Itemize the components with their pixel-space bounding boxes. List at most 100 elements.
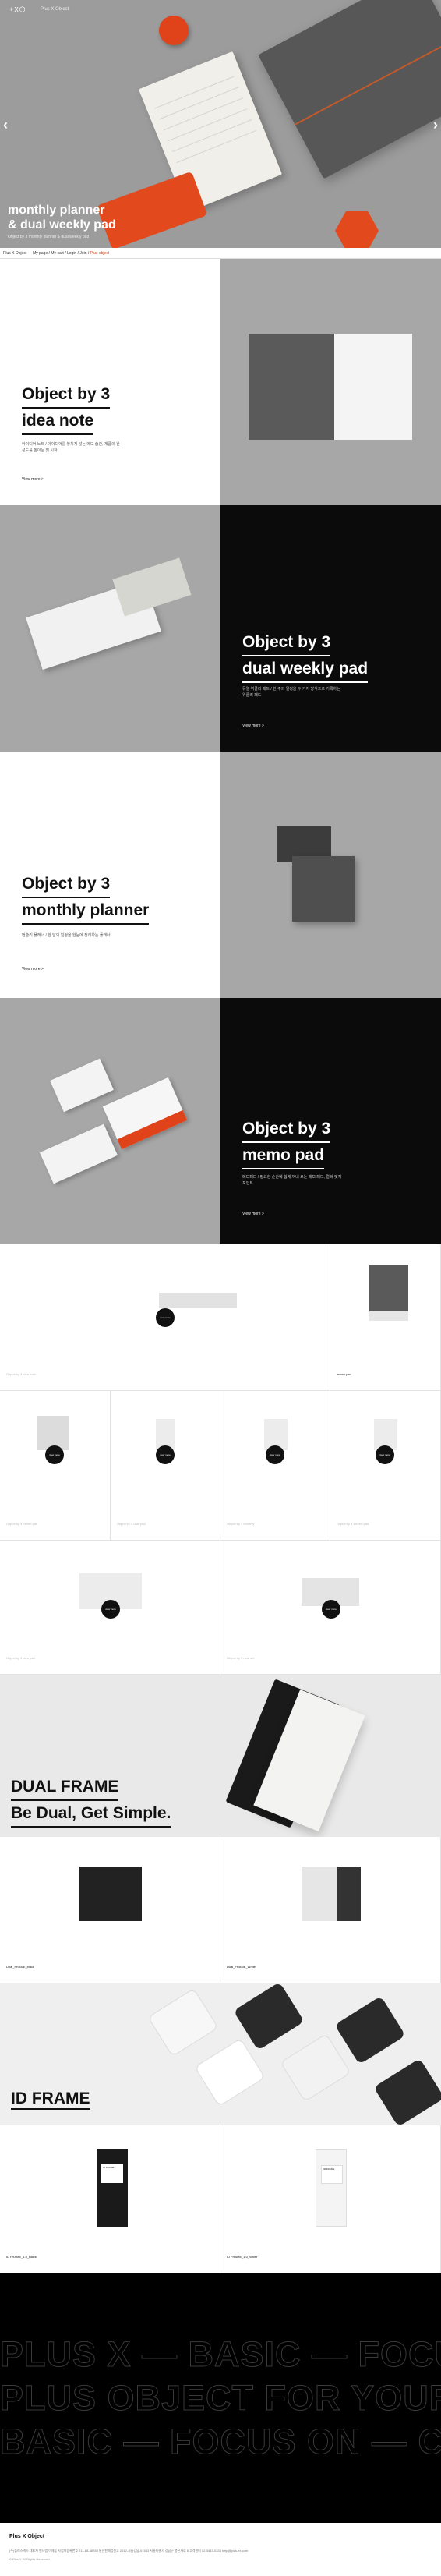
dual-frame-title-line-1: DUAL FRAME bbox=[11, 1775, 119, 1801]
product-title-line-2: idea note bbox=[22, 409, 94, 435]
footer: Plus X Object (주)플러스엑스 대표자 변사범 이재훈 사업자등록… bbox=[0, 2523, 441, 2576]
dual-frame-item[interactable]: Dual_FRAME_black bbox=[0, 1837, 220, 1983]
product-desc: 듀얼 위클리 패드 / 한 주의 일정을 두 가지 방식으로 기록하는 위클리 … bbox=[242, 687, 340, 698]
banner-line-1: PLUS X — BASIC — FOCUS ON bbox=[0, 2334, 441, 2375]
gallery-caption: Dual_FRAME_White bbox=[227, 1965, 256, 1969]
product-thumb bbox=[302, 1867, 361, 1921]
memo-pad-white-image bbox=[50, 1058, 114, 1113]
hero-title: monthly planner & dual weekly pad bbox=[8, 203, 116, 232]
id-label: ID FRAME bbox=[101, 2164, 123, 2183]
view-more-link[interactable]: View more > bbox=[242, 724, 264, 728]
gallery-caption: Object by 3 memo pad bbox=[6, 1522, 38, 1526]
product-title: Object by 3 dual weekly pad bbox=[242, 630, 369, 683]
product-title-line-1: Object by 3 bbox=[242, 1116, 331, 1143]
prev-arrow-icon[interactable]: ‹ bbox=[3, 117, 8, 133]
gallery-item[interactable]: view more Object by 3 weekly pad bbox=[330, 1391, 441, 1541]
gallery-caption: Object by 3 dual pad bbox=[117, 1522, 146, 1526]
paper-image bbox=[334, 334, 412, 440]
footer-company-info: (주)플러스엑스 대표자 변사범 이재훈 사업자등록번호 211-88-4878… bbox=[9, 2549, 249, 2553]
product-row-monthly-planner: Object by 3 monthly planner 먼슬리 플래너 / 한 … bbox=[0, 752, 441, 998]
gallery-caption: Object by 3 idea pad bbox=[6, 1656, 35, 1660]
gallery-caption: ID FRAME_1.0_Black bbox=[6, 2255, 37, 2259]
product-thumb: ID FRAME bbox=[97, 2149, 128, 2227]
id-frame-title-text: ID FRAME bbox=[11, 2089, 90, 2110]
id-tag-image bbox=[280, 2033, 351, 2102]
gallery-caption: Object by 3 weekly pad bbox=[337, 1522, 369, 1526]
gallery-caption: Object by 3 monthly bbox=[227, 1522, 255, 1526]
product-title: Object by 3 monthly planner bbox=[22, 872, 150, 925]
view-more-badge[interactable]: view more bbox=[101, 1600, 120, 1619]
view-more-link[interactable]: View more > bbox=[22, 967, 44, 971]
product-thumb bbox=[369, 1265, 408, 1321]
product-title-line-2: memo pad bbox=[242, 1143, 325, 1169]
dual-frame-item[interactable]: Dual_FRAME_White bbox=[220, 1837, 441, 1983]
id-tag-image bbox=[147, 1988, 219, 2057]
view-more-badge[interactable]: view more bbox=[45, 1445, 64, 1464]
view-more-badge[interactable]: view more bbox=[376, 1445, 394, 1464]
product-row-memo-pad: Object by 3 memo pad 메모패드 / 필요한 순간에 쉽게 꺼… bbox=[0, 998, 441, 1244]
product-text-panel: Object by 3 idea note 아이디어 노트 / 아이디어를 놓치… bbox=[0, 259, 220, 505]
hero-title-line-1: monthly planner bbox=[8, 203, 105, 217]
gallery-item[interactable]: view more Object by 3 note set bbox=[220, 1541, 441, 1675]
gallery-caption: Object by 3 note set bbox=[227, 1656, 255, 1660]
gallery-caption: memo pad bbox=[337, 1372, 351, 1376]
product-thumb bbox=[79, 1867, 142, 1921]
view-more-badge[interactable]: view more bbox=[322, 1600, 340, 1619]
banner-line-3: BASIC — FOCUS ON — CREAT bbox=[0, 2422, 441, 2462]
gallery-item[interactable]: view more Object by 3 monthly bbox=[220, 1391, 330, 1541]
id-label: ID FRAME bbox=[321, 2165, 343, 2184]
logo[interactable]: +X⬡ bbox=[9, 6, 26, 14]
gallery-item[interactable]: view more Object by 3 idea pad bbox=[0, 1541, 220, 1675]
product-image-memo-pad[interactable] bbox=[0, 998, 220, 1244]
product-desc: 메모패드 / 필요한 순간에 쉽게 꺼내 쓰는 메모 패드, 컬러 엣지 포인트 bbox=[242, 1175, 342, 1186]
dual-frame-title: DUAL FRAME Be Dual, Get Simple. bbox=[11, 1775, 171, 1828]
product-text-panel: Object by 3 memo pad 메모패드 / 필요한 순간에 쉽게 꺼… bbox=[220, 998, 441, 1244]
id-frame-item[interactable]: ID FRAME ID FRAME_1.0_Black bbox=[0, 2125, 220, 2273]
view-more-link[interactable]: View more > bbox=[22, 477, 44, 482]
id-tag-image bbox=[194, 2038, 266, 2107]
id-frame-item[interactable]: ID FRAME ID FRAME_1.0_White bbox=[220, 2125, 441, 2273]
hero-title-line-2: & dual weekly pad bbox=[8, 218, 116, 232]
id-frame-section: ID FRAME bbox=[0, 1983, 441, 2125]
hero-slider[interactable]: +X⬡ Plus X Object ‹ › monthly planner & … bbox=[0, 0, 441, 248]
product-title-line-1: Object by 3 bbox=[22, 872, 111, 898]
monthly-planner-image bbox=[258, 0, 441, 179]
planner-bottom-image bbox=[292, 856, 355, 922]
breadcrumb-highlight[interactable]: Plus object bbox=[90, 251, 109, 256]
gallery-item[interactable]: view more Object by 3 dual pad bbox=[111, 1391, 220, 1541]
product-image-monthly-planner[interactable] bbox=[220, 752, 441, 998]
product-thumb bbox=[159, 1293, 237, 1308]
product-desc: 먼슬리 플래너 / 한 달의 일정을 한눈에 정리하는 플래너 bbox=[22, 933, 111, 938]
product-title-line-1: Object by 3 bbox=[242, 630, 331, 656]
footer-brand[interactable]: Plus X Object bbox=[9, 2534, 432, 2539]
gallery-item[interactable]: view more Object by 3 memo pad bbox=[0, 1391, 111, 1541]
folder-image bbox=[249, 334, 334, 440]
product-title-line-2: dual weekly pad bbox=[242, 656, 369, 683]
view-more-badge[interactable]: view more bbox=[156, 1445, 175, 1464]
breadcrumb-text[interactable]: Plus X Object — My page / My cart / Logi… bbox=[3, 251, 89, 256]
id-frame-title: ID FRAME bbox=[11, 2089, 90, 2110]
product-title: Object by 3 idea note bbox=[22, 382, 111, 435]
product-title: Object by 3 memo pad bbox=[242, 1116, 331, 1169]
gallery-item[interactable]: memo pad bbox=[330, 1244, 441, 1391]
product-row-dual-weekly-pad: Object by 3 dual weekly pad 듀얼 위클리 패드 / … bbox=[0, 505, 441, 752]
gallery-caption: Object by 3 idea note bbox=[6, 1372, 36, 1376]
memo-pad-flat-image bbox=[39, 1123, 118, 1184]
memo-pad-orange-image bbox=[102, 1077, 188, 1150]
gallery-caption: Dual_FRAME_black bbox=[6, 1965, 35, 1969]
product-row-idea-note: Object by 3 idea note 아이디어 노트 / 아이디어를 놓치… bbox=[0, 259, 441, 505]
dual-frame-section: DUAL FRAME Be Dual, Get Simple. bbox=[0, 1675, 441, 1837]
view-more-badge[interactable]: view more bbox=[266, 1445, 284, 1464]
product-title-line-1: Object by 3 bbox=[22, 382, 111, 409]
orange-hex-object bbox=[335, 211, 379, 248]
brand-name[interactable]: Plus X Object bbox=[41, 7, 69, 12]
next-arrow-icon[interactable]: › bbox=[433, 117, 438, 133]
view-more-link[interactable]: View more > bbox=[242, 1212, 264, 1216]
product-image-idea-note[interactable] bbox=[220, 259, 441, 505]
footer-copyright: © Plus X All Rights Reserved. bbox=[9, 2557, 51, 2561]
view-more-badge[interactable]: view more bbox=[156, 1308, 175, 1327]
dual-frame-title-line-2: Be Dual, Get Simple. bbox=[11, 1801, 171, 1828]
product-image-dual-weekly-pad[interactable] bbox=[0, 505, 220, 752]
product-text-panel: Object by 3 monthly planner 먼슬리 플래너 / 한 … bbox=[0, 752, 220, 998]
gallery-item[interactable]: view more Object by 3 idea note bbox=[0, 1244, 330, 1391]
